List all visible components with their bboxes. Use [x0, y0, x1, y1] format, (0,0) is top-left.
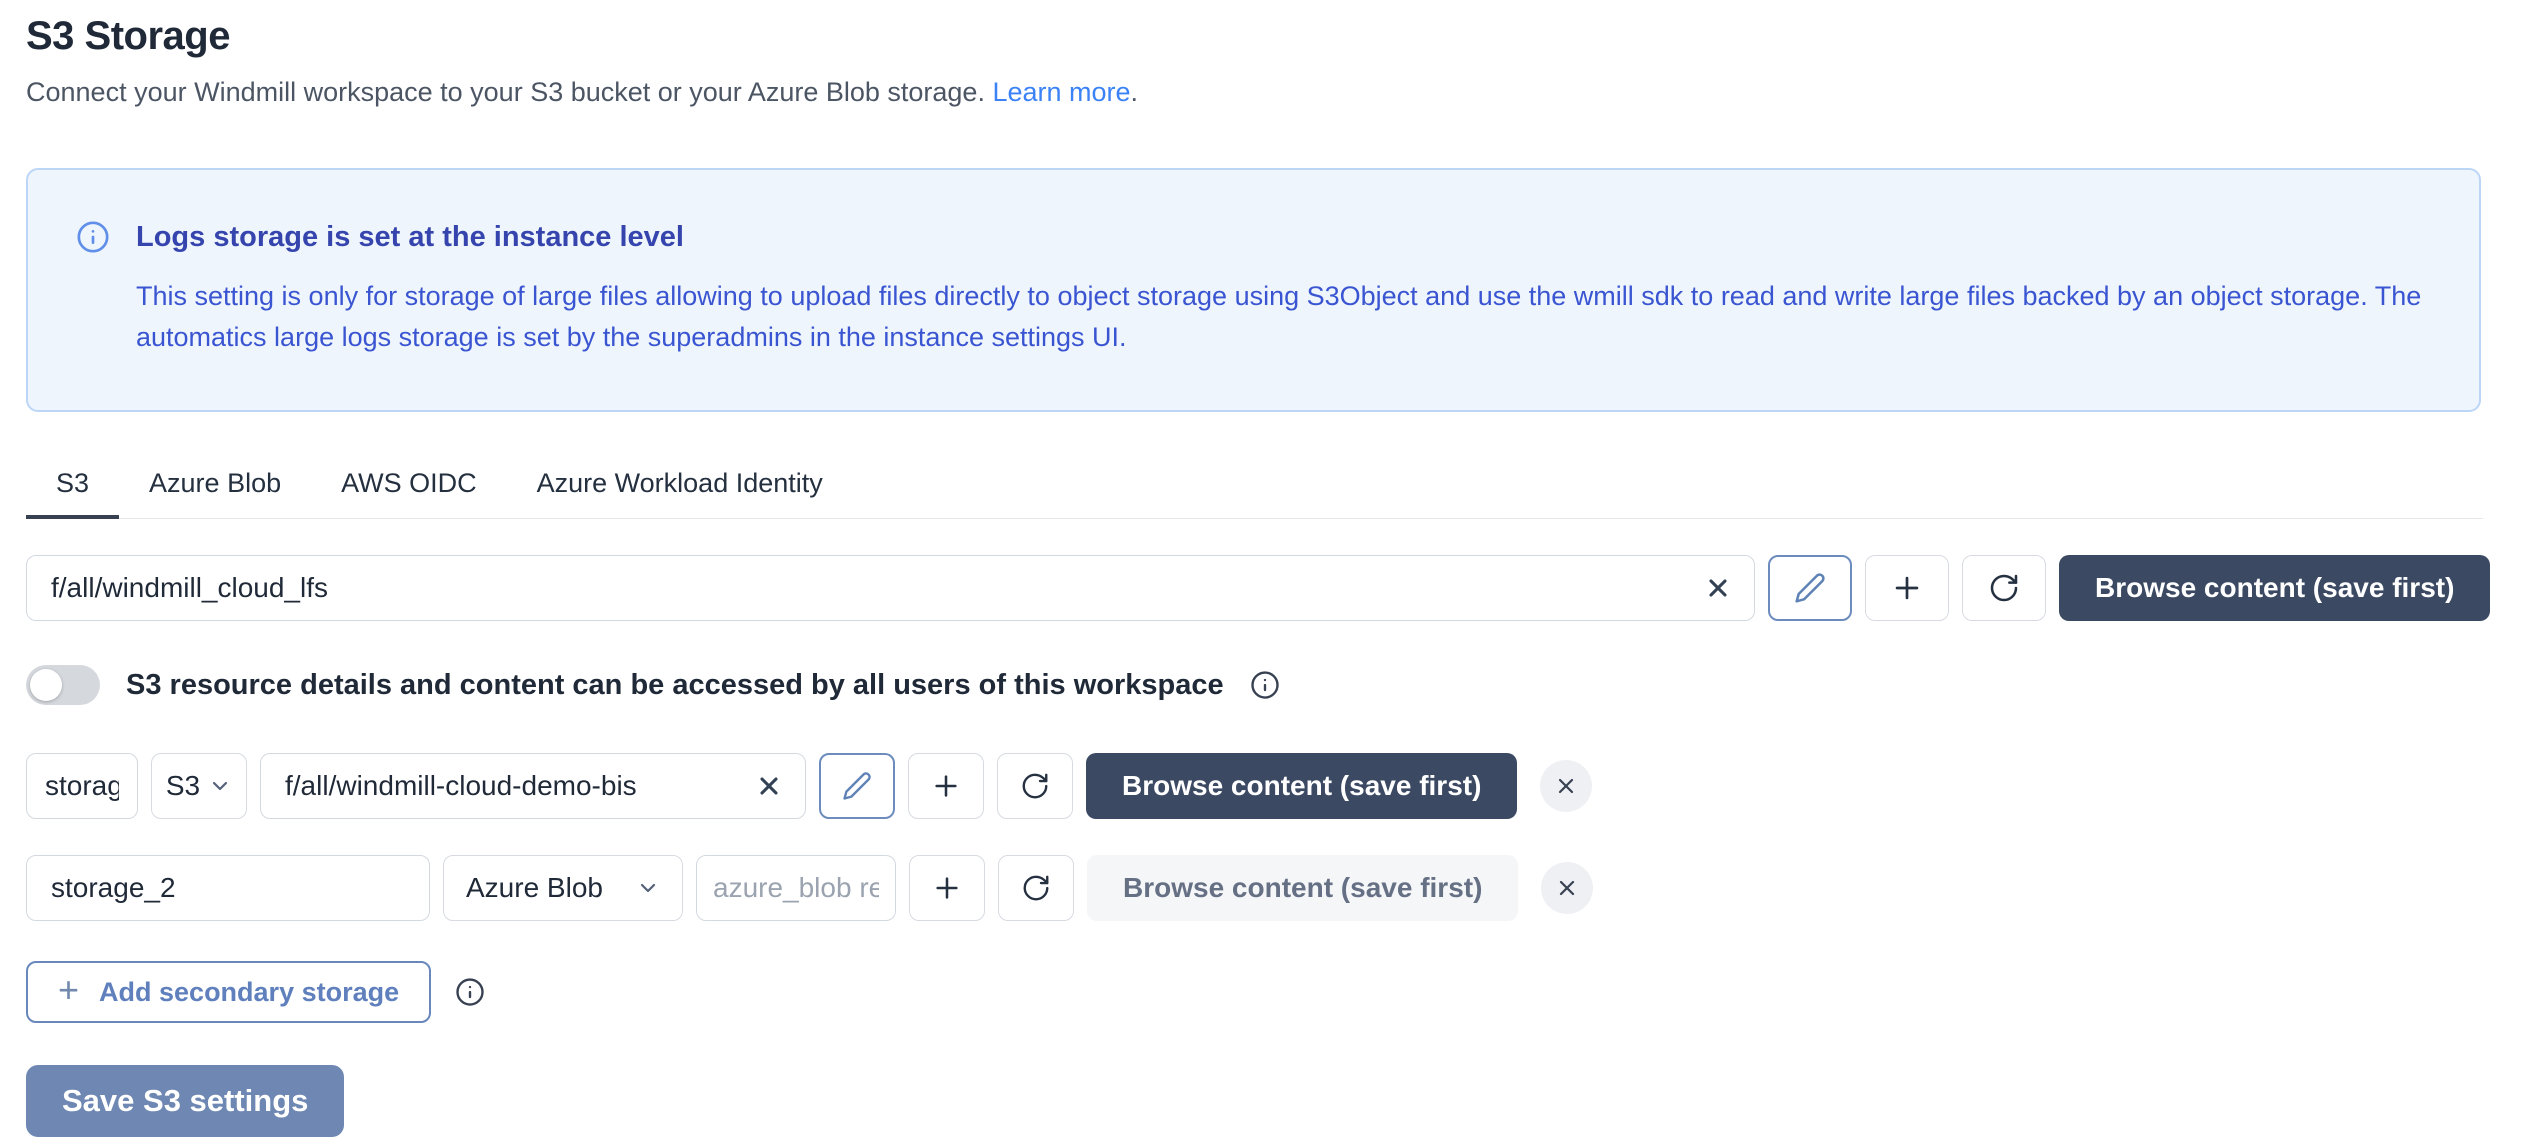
logs-storage-alert: Logs storage is set at the instance leve… [26, 168, 2481, 412]
add-secondary-label: Add secondary storage [99, 977, 399, 1008]
pencil-icon [1794, 572, 1826, 604]
primary-storage-row: Browse content (save first) [26, 555, 2530, 621]
tab-aws-oidc[interactable]: AWS OIDC [311, 468, 507, 519]
subtitle-period: . [1131, 77, 1139, 107]
add-secondary-row: + Add secondary storage [26, 961, 2530, 1023]
share-toggle-switch[interactable] [26, 665, 100, 705]
tab-azure-blob[interactable]: Azure Blob [119, 468, 311, 519]
page-subtitle: Connect your Windmill workspace to your … [26, 77, 2530, 108]
toggle-knob [30, 669, 62, 701]
tab-s3[interactable]: S3 [26, 468, 119, 519]
create-primary-resource-button[interactable] [1865, 555, 1949, 621]
secondary1-type-value: S3 [166, 770, 200, 802]
close-icon [1554, 774, 1578, 798]
share-toggle-row: S3 resource details and content can be a… [26, 665, 2530, 705]
create-secondary1-resource-button[interactable] [908, 753, 984, 819]
refresh-icon [1020, 771, 1050, 801]
plus-icon [1890, 571, 1924, 605]
plus-icon [930, 770, 962, 802]
secondary1-resource-input[interactable] [260, 753, 806, 819]
share-toggle-label: S3 resource details and content can be a… [126, 669, 1224, 702]
secondary1-name-input[interactable] [26, 753, 138, 819]
learn-more-link[interactable]: Learn more [992, 77, 1130, 107]
edit-secondary1-resource-button[interactable] [819, 753, 895, 819]
edit-primary-resource-button[interactable] [1768, 555, 1852, 621]
plus-icon: + [58, 972, 79, 1008]
add-secondary-info-icon[interactable] [455, 977, 485, 1007]
create-secondary2-resource-button[interactable] [909, 855, 985, 921]
refresh-secondary1-resource-button[interactable] [997, 753, 1073, 819]
page-title: S3 Storage [26, 14, 2530, 59]
secondary1-type-select[interactable]: S3 [151, 753, 247, 819]
clear-secondary1-resource-icon[interactable] [754, 771, 784, 801]
secondary2-name-input[interactable] [26, 855, 430, 921]
close-icon [1555, 876, 1579, 900]
tab-azure-workload-identity[interactable]: Azure Workload Identity [507, 468, 853, 519]
alert-body: This setting is only for storage of larg… [136, 276, 2431, 358]
secondary2-type-select[interactable]: Azure Blob [443, 855, 683, 921]
primary-resource-field-wrap [26, 555, 1755, 621]
secondary1-name-field-wrap [26, 753, 138, 819]
share-info-icon[interactable] [1250, 670, 1280, 700]
primary-resource-input[interactable] [26, 555, 1755, 621]
secondary-storage-row-2: Azure Blob Bro [26, 855, 2530, 921]
remove-secondary1-button[interactable] [1540, 760, 1592, 812]
refresh-primary-resource-button[interactable] [1962, 555, 2046, 621]
alert-title: Logs storage is set at the instance leve… [136, 221, 684, 254]
save-s3-settings-button[interactable]: Save S3 settings [26, 1065, 344, 1137]
secondary1-resource-field-wrap [260, 753, 806, 819]
secondary2-resource-field-wrap [696, 855, 896, 921]
alert-header: Logs storage is set at the instance leve… [76, 220, 2431, 254]
secondary2-type-value: Azure Blob [466, 872, 603, 904]
refresh-icon [1988, 572, 2020, 604]
browse-secondary1-content-button[interactable]: Browse content (save first) [1086, 753, 1517, 819]
remove-secondary2-button[interactable] [1541, 862, 1593, 914]
plus-icon [931, 872, 963, 904]
pencil-icon [842, 771, 872, 801]
storage-tabs: S3 Azure Blob AWS OIDC Azure Workload Id… [26, 468, 2483, 519]
browse-secondary2-content-button[interactable]: Browse content (save first) [1087, 855, 1518, 921]
s3-storage-settings-page: S3 Storage Connect your Windmill workspa… [0, 0, 2530, 1137]
browse-primary-content-button[interactable]: Browse content (save first) [2059, 555, 2490, 621]
refresh-icon [1021, 873, 1051, 903]
refresh-secondary2-resource-button[interactable] [998, 855, 1074, 921]
info-icon [76, 220, 110, 254]
secondary2-resource-input[interactable] [696, 855, 896, 921]
secondary2-name-field-wrap [26, 855, 430, 921]
chevron-down-icon [636, 876, 660, 900]
chevron-down-icon [208, 774, 232, 798]
secondary-storage-row-1: S3 [26, 753, 2530, 819]
clear-primary-resource-icon[interactable] [1703, 573, 1733, 603]
add-secondary-storage-button[interactable]: + Add secondary storage [26, 961, 431, 1023]
subtitle-text: Connect your Windmill workspace to your … [26, 77, 985, 107]
